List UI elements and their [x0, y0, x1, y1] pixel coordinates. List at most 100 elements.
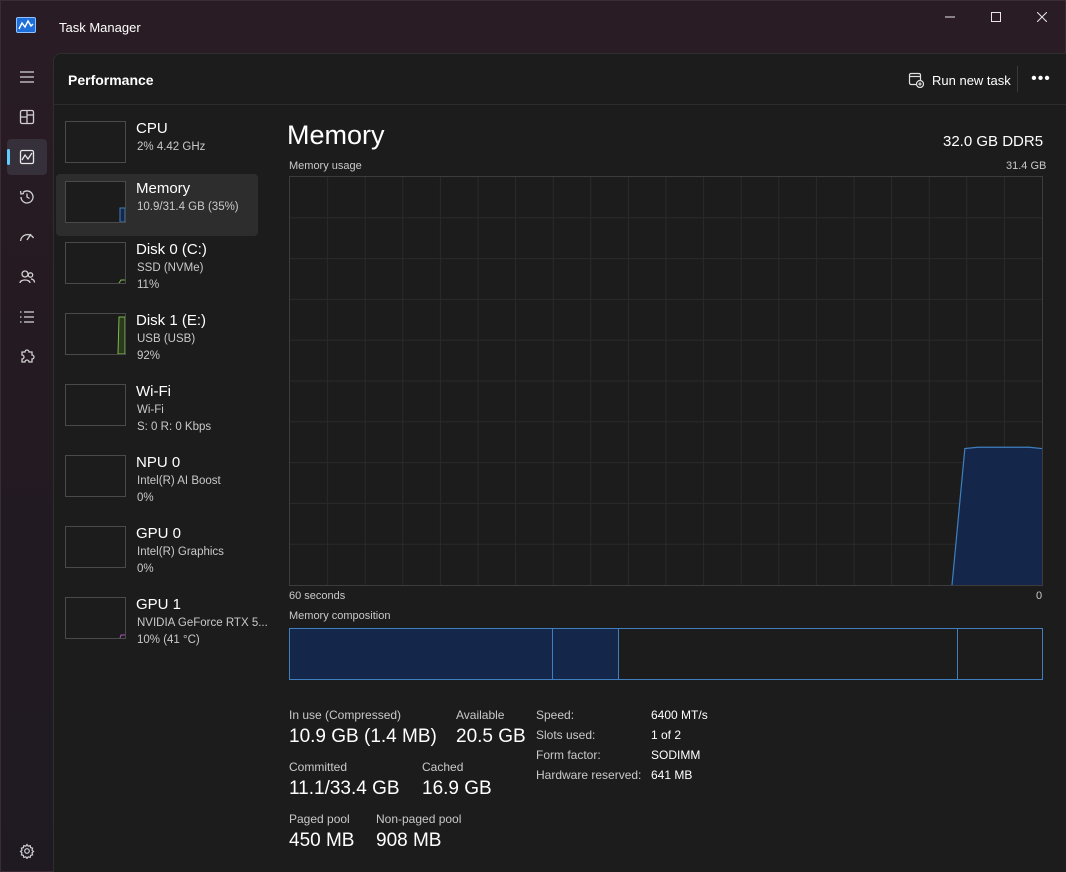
history-icon [19, 190, 34, 204]
window-title: Task Manager [59, 20, 141, 35]
form-factor-value: SODIMM [651, 748, 701, 762]
composition-standby [618, 629, 958, 679]
nav-menu-button[interactable] [7, 59, 47, 95]
resource-name: Disk 1 (E:) [136, 312, 207, 329]
resource-name: GPU 0 [136, 525, 182, 542]
detail-title: Memory [287, 120, 385, 150]
navigation-rail [1, 53, 53, 872]
paged-pool-label: Paged pool [289, 812, 350, 826]
run-task-icon [908, 72, 924, 88]
memory-thumbnail-graph [65, 181, 126, 223]
resource-usage: 0% [137, 492, 154, 504]
nonpaged-pool-label: Non-paged pool [376, 812, 462, 826]
resource-detail: Intel(R) Graphics [137, 546, 224, 558]
memory-usage-area [952, 447, 1042, 585]
minimize-icon [945, 16, 955, 18]
speedometer-icon [19, 233, 35, 242]
resource-detail: NVIDIA GeForce RTX 5... [137, 617, 268, 629]
hardware-reserved-value: 641 MB [651, 768, 693, 782]
resource-name: GPU 1 [136, 596, 182, 613]
processes-icon [19, 109, 35, 125]
maximize-icon [991, 12, 1001, 22]
in-use-label: In use (Compressed) [289, 708, 402, 722]
resource-item-gpu-0[interactable]: GPU 0 Intel(R) Graphics 0% [56, 519, 258, 581]
graph-time-left: 60 seconds [289, 590, 346, 602]
performance-icon [19, 149, 35, 165]
memory-composition-label: Memory composition [289, 610, 391, 622]
available-label: Available [456, 708, 505, 722]
cpu-thumbnail-graph [65, 121, 126, 163]
gpu-0-thumbnail-graph [65, 526, 126, 568]
memory-composition-bar [289, 628, 1043, 680]
hardware-reserved-label: Hardware reserved: [536, 768, 642, 782]
title-bar[interactable]: Task Manager [1, 1, 1066, 53]
resource-name: Disk 0 (C:) [136, 241, 207, 258]
nav-details[interactable] [7, 299, 47, 335]
resource-name: CPU [136, 120, 168, 137]
cached-value: 16.9 GB [422, 778, 492, 799]
minimize-button[interactable] [927, 1, 973, 33]
close-button[interactable] [1019, 1, 1065, 33]
slots-value: 1 of 2 [651, 728, 682, 742]
nav-app-history[interactable] [7, 179, 47, 215]
composition-free [957, 629, 1042, 679]
task-manager-window: Task Manager Performance Run new task ••… [0, 0, 1066, 872]
nav-services[interactable] [7, 339, 47, 375]
maximize-button[interactable] [973, 1, 1019, 33]
page-header: Performance Run new task ••• [54, 54, 1066, 105]
resource-name: Wi-Fi [136, 383, 171, 400]
committed-label: Committed [289, 760, 348, 774]
composition-in-use [290, 629, 554, 679]
resource-detail: Intel(R) AI Boost [137, 475, 221, 487]
memory-usage-graph [289, 176, 1043, 586]
resource-detail: 2% 4.42 GHz [137, 141, 206, 153]
wifi-thumbnail-graph [65, 384, 126, 426]
resource-item-disk-1[interactable]: Disk 1 (E:) USB (USB) 92% [56, 306, 258, 368]
resource-usage: S: 0 R: 0 Kbps [137, 421, 212, 433]
nav-startup-apps[interactable] [7, 219, 47, 255]
available-value: 20.5 GB [456, 726, 526, 747]
resource-item-npu-0[interactable]: NPU 0 Intel(R) AI Boost 0% [56, 448, 258, 510]
run-new-task-button[interactable]: Run new task [904, 67, 1015, 93]
resource-item-cpu[interactable]: CPU 2% 4.42 GHz [56, 114, 258, 176]
hamburger-icon [20, 71, 34, 83]
resource-item-gpu-1[interactable]: GPU 1 NVIDIA GeForce RTX 5... 10% (41 °C… [56, 590, 268, 652]
more-options-button[interactable]: ••• [1026, 66, 1056, 92]
resource-name: Memory [136, 180, 191, 197]
memory-usage-max: 31.4 GB [1006, 160, 1047, 172]
memory-usage-label: Memory usage [289, 160, 362, 172]
nav-users[interactable] [7, 259, 47, 295]
cached-label: Cached [422, 760, 464, 774]
puzzle-icon [21, 349, 35, 363]
page-title: Performance [68, 72, 154, 88]
run-new-task-label: Run new task [932, 72, 1011, 88]
speed-value: 6400 MT/s [651, 708, 708, 722]
committed-value: 11.1/33.4 GB [289, 778, 400, 799]
resource-item-memory[interactable]: Memory 10.9/31.4 GB (35%) [56, 174, 258, 236]
nonpaged-pool-value: 908 MB [376, 830, 442, 851]
resource-item-disk-0[interactable]: Disk 0 (C:) SSD (NVMe) 11% [56, 235, 258, 297]
list-icon [20, 311, 34, 323]
speed-label: Speed: [536, 708, 575, 722]
performance-content: Performance Run new task ••• CPU 2% 4.42… [53, 53, 1066, 872]
form-factor-label: Form factor: [536, 748, 601, 762]
slots-label: Slots used: [536, 728, 596, 742]
nav-settings[interactable] [7, 833, 47, 869]
gear-icon [19, 843, 35, 859]
resource-usage: 92% [137, 350, 161, 362]
memory-spec: 32.0 GB DDR5 [943, 133, 1044, 150]
resource-detail: USB (USB) [137, 333, 196, 345]
nav-performance[interactable] [7, 139, 47, 175]
task-manager-app-icon [16, 17, 36, 33]
npu-0-thumbnail-graph [65, 455, 126, 497]
resource-usage: 11% [137, 279, 160, 291]
resource-detail: 10.9/31.4 GB (35%) [137, 201, 239, 213]
nav-processes[interactable] [7, 99, 47, 135]
header-divider [1017, 66, 1018, 92]
resource-item-wifi[interactable]: Wi-Fi Wi-Fi S: 0 R: 0 Kbps [56, 377, 258, 439]
disk-0-thumbnail-graph [65, 242, 126, 284]
disk-1-thumbnail-graph [65, 313, 126, 355]
in-use-value: 10.9 GB (1.4 MB) [289, 726, 437, 747]
resource-name: NPU 0 [136, 454, 181, 471]
users-icon [19, 270, 36, 284]
